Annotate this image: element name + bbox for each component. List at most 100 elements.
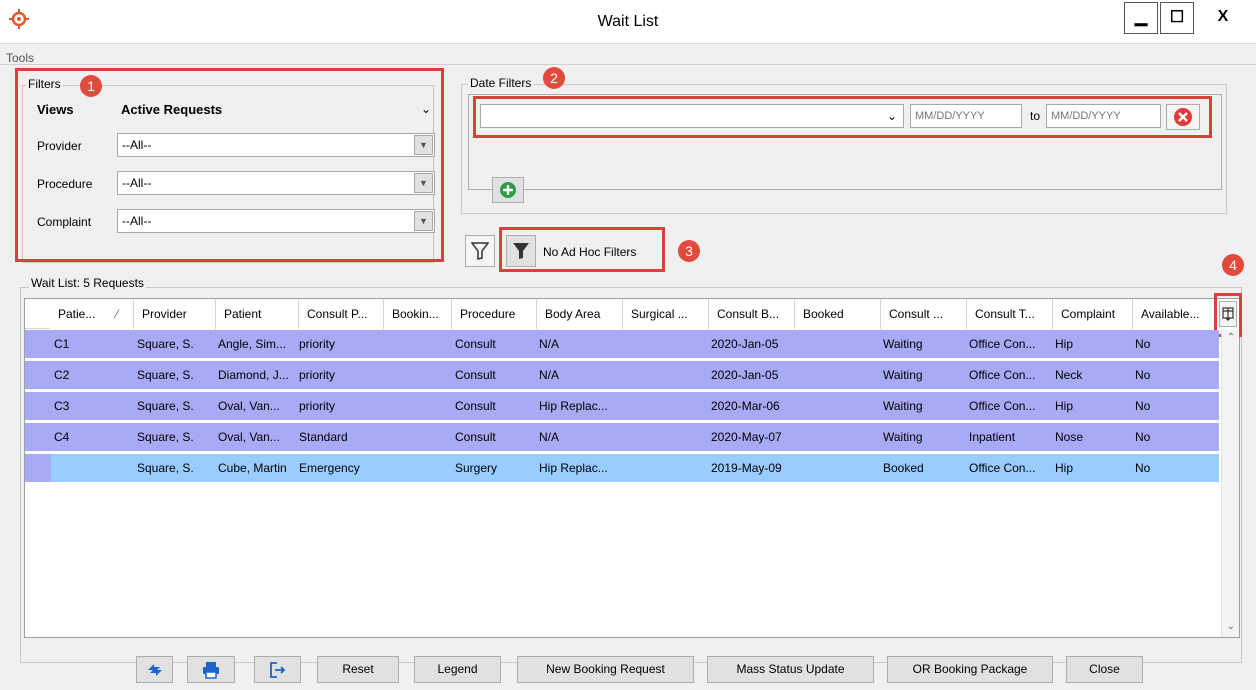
remove-icon [1174,108,1192,126]
filter-outline-icon [470,242,490,260]
provider-label: Provider [37,139,82,153]
column-header-consult-status[interactable]: Consult ... [881,299,967,329]
column-header-consult-type[interactable]: Consult T... [967,299,1053,329]
wait-list-legend: Wait List: 5 Requests [29,276,146,290]
table-row[interactable]: C3 Square, S. Oval, Van... priority Consult H… [25,392,1219,420]
cell-available: No [1135,399,1151,413]
cell-procedure: Consult [455,399,496,413]
cell-provider: Square, S. [137,399,194,413]
maximize-button[interactable]: ☐ [1160,2,1194,34]
column-chooser-button[interactable] [1219,301,1237,327]
complaint-select[interactable]: --All-- ▼ [117,209,435,233]
views-label: Views [37,102,74,117]
cell-body-area: Hip Replac... [539,461,608,475]
cell-complaint: Nose [1055,430,1084,444]
dropdown-arrow-icon[interactable]: ▼ [414,211,433,231]
cell-booked [797,392,881,420]
cell-consult-type: Inpatient [969,430,1016,444]
adhoc-filter-button[interactable] [506,235,536,267]
column-header-consult-priority[interactable]: Consult P... [299,299,384,329]
dropdown-arrow-icon[interactable]: ▼ [414,173,433,193]
views-value: Active Requests [121,102,223,117]
remove-date-filter-button[interactable] [1166,104,1200,130]
table-row[interactable]: C1 Square, S. Angle, Sim... priority Consult… [25,330,1219,358]
cell-consult-booked: 2020-Jan-05 [711,368,779,382]
dropdown-arrow-icon[interactable]: ▼ [414,135,433,155]
wait-list-grid[interactable]: Patie... ⁄ Provider Patient Consult P...… [24,293,1242,638]
filters-legend: Filters [26,77,63,91]
cell-consult-booked: 2020-Mar-06 [711,399,780,413]
filter-button[interactable] [465,235,495,267]
cell-consult-booked: 2019-May-09 [711,461,782,475]
cell-consult-type: Office Con... [969,399,1036,413]
date-range-select[interactable]: ⌄ [480,104,904,128]
print-button[interactable] [187,656,235,683]
refresh-button[interactable] [136,656,173,683]
cell-available: No [1135,337,1151,351]
cell-patient: Cube, Martin [218,461,287,475]
cell-consult-status: Waiting [883,337,923,351]
close-window-button[interactable]: X [1196,2,1250,34]
or-booking-package-button[interactable]: OR Booking Package [887,656,1053,683]
table-row[interactable]: C4 Square, S. Oval, Van... Standard Consult N… [25,423,1219,451]
badge-4: 4 [1222,254,1244,276]
column-header-procedure[interactable]: Procedure [452,299,537,329]
reset-button[interactable]: Reset [317,656,399,683]
from-date-input[interactable] [910,104,1022,128]
column-header-patient[interactable]: Patient [216,299,299,329]
cell-booked [797,330,881,358]
cell-patient-id [54,454,134,482]
legend-button[interactable]: Legend [414,656,501,683]
column-header-patient-id[interactable]: Patie... ⁄ [50,299,134,329]
cell-patient-id: C2 [54,368,70,382]
title-bar: Wait List ▁ ☐ X [0,0,1256,44]
scroll-down-icon[interactable]: ⌄ [1222,619,1240,635]
cell-body-area: Hip Replac... [539,399,608,413]
cell-consult-priority: priority [299,337,336,351]
badge-1: 1 [80,75,102,97]
complaint-label: Complaint [37,215,92,229]
cell-procedure: Surgery [455,461,498,475]
cell-complaint: Hip [1055,337,1074,351]
export-button[interactable] [254,656,301,683]
add-icon [500,182,516,198]
column-header-provider[interactable]: Provider [134,299,216,329]
cell-available: No [1135,461,1151,475]
cell-procedure: Consult [455,337,496,351]
vertical-scrollbar[interactable]: ⌃ ⌄ [1221,330,1239,637]
cell-patient-id: C1 [54,337,70,351]
chevron-down-icon: ⌄ [420,102,431,116]
scroll-up-icon[interactable]: ⌃ [1222,330,1240,346]
minimize-button[interactable]: ▁ [1124,2,1158,34]
cell-patient: Diamond, J... [218,368,289,382]
procedure-select[interactable]: --All-- ▼ [117,171,435,195]
cell-patient: Oval, Van... [218,399,280,413]
column-header-available[interactable]: Available... [1133,299,1219,329]
new-booking-request-button[interactable]: New Booking Request [517,656,694,683]
add-date-filter-button[interactable] [492,177,524,203]
to-date-input[interactable] [1046,104,1161,128]
provider-select[interactable]: --All-- ▼ [117,133,435,157]
cell-consult-booked: 2020-Jan-05 [711,337,779,351]
cell-provider: Square, S. [137,430,194,444]
cell-surgical [625,454,709,482]
column-header-booking[interactable]: Bookin... [384,299,452,329]
cell-consult-priority: priority [299,368,336,382]
column-header-body-area[interactable]: Body Area [537,299,623,329]
chevron-down-icon: ⌄ [886,109,897,123]
cell-procedure: Consult [455,368,496,382]
cell-body-area: N/A [539,337,560,351]
table-row[interactable]: C2 Square, S. Diamond, J... priority Consult… [25,361,1219,389]
column-header-consult-booked[interactable]: Consult B... [709,299,795,329]
table-row[interactable]: Square, S. Cube, Martin Emergency Surgery Hi… [25,454,1219,482]
mass-status-update-button[interactable]: Mass Status Update [707,656,874,683]
column-header-complaint[interactable]: Complaint [1053,299,1133,329]
cell-consult-type: Office Con... [969,368,1036,382]
column-chooser-icon [1222,307,1234,321]
column-header-surgical[interactable]: Surgical ... [623,299,709,329]
cell-provider: Square, S. [137,368,194,382]
views-select[interactable]: Active Requests ⌄ [117,98,435,122]
cell-booking [387,330,452,358]
column-header-booked[interactable]: Booked [795,299,881,329]
close-button[interactable]: Close [1066,656,1143,683]
